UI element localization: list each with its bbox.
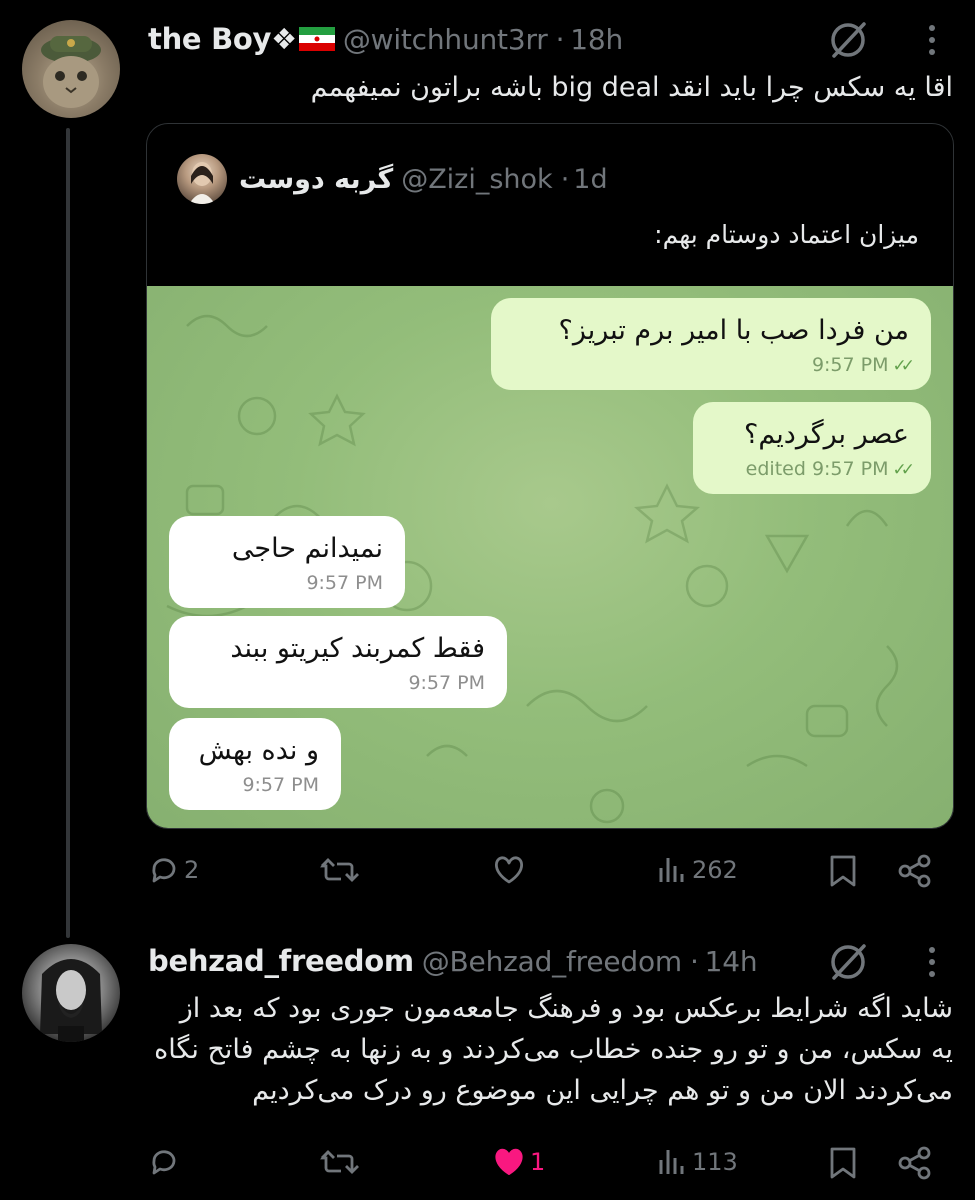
message-bubble-incoming[interactable]: نمیدانم حاجی 9:57 PM (169, 516, 405, 608)
message-text: من فردا صب با امیر برم تبریز؟ (558, 315, 909, 346)
grok-icon[interactable] (826, 18, 870, 66)
message-time: edited 9:57 PM ✓✓ (745, 458, 915, 480)
message-text: فقط کمربند کیریتو ببند (230, 633, 485, 664)
read-ticks-icon: ✓✓ (892, 460, 915, 480)
quoted-display-name[interactable]: گربه دوست (239, 164, 393, 195)
quoted-tweet-text: میزان اعتماد دوستام بهم: (654, 220, 919, 249)
views-button[interactable]: 262 (656, 854, 738, 886)
share-button[interactable] (898, 1146, 932, 1180)
tweet-body-line: یه سکس، من و تو رو جنده خطاب می‌کردند و … (154, 1034, 953, 1065)
tweet-header: behzad_freedom @Behzad_freedom · 14h (148, 944, 758, 978)
separator-dot: · (555, 23, 565, 56)
retweet-icon (320, 858, 359, 882)
display-name[interactable]: behzad_freedom (148, 944, 414, 978)
bookmark-button[interactable] (828, 854, 858, 888)
share-icon (898, 1146, 931, 1180)
view-count: 113 (692, 1148, 738, 1176)
like-icon (494, 856, 524, 884)
tweet-body: شاید اگه شرایط برعکس بود و فرهنگ جامعه‌م… (153, 988, 953, 1111)
separator-dot: · (689, 945, 699, 978)
tweet-body-line: می‌کردند الان من و تو هم چرایی این موضوع… (252, 1075, 953, 1106)
quoted-handle[interactable]: @Zizi_shok (401, 164, 553, 195)
reply-button[interactable]: 2 (148, 854, 199, 886)
share-button[interactable] (898, 854, 932, 888)
message-time: 9:57 PM (242, 774, 319, 796)
grok-icon[interactable] (826, 940, 870, 988)
like-button[interactable]: 1 (492, 1146, 545, 1178)
like-button[interactable] (492, 854, 530, 886)
quoted-tweet-header: گربه دوست @Zizi_shok · 1d (177, 154, 608, 204)
view-count: 262 (692, 856, 738, 884)
cat-with-hat-image (41, 36, 101, 108)
chat-screenshot-image[interactable]: من فردا صب با امیر برم تبریز؟ 9:57 PM ✓✓ … (147, 286, 953, 828)
retweet-icon (320, 1150, 359, 1174)
message-time: 9:57 PM ✓✓ (811, 354, 915, 376)
handle[interactable]: @Behzad_freedom (422, 945, 682, 978)
reply-icon (152, 858, 176, 883)
iran-flag-icon (298, 27, 335, 51)
message-bubble-incoming[interactable]: و نده بهش 9:57 PM (169, 718, 341, 810)
views-button[interactable]: 113 (656, 1146, 738, 1178)
tweet-actions: 2 262 (146, 854, 946, 894)
avatar-portrait-image (40, 959, 102, 1042)
tweet-body: اقا یه سکس چرا باید انقد big deal باشه ب… (310, 72, 953, 103)
retweet-button[interactable] (320, 1146, 364, 1178)
tweet-body-line: شاید اگه شرایط برعکس بود و فرهنگ جامعه‌م… (179, 993, 953, 1024)
reply-icon (152, 1150, 176, 1175)
views-icon (659, 858, 684, 882)
bookmark-icon (830, 1147, 856, 1179)
handle[interactable]: @witchhunt3rr (343, 23, 548, 56)
more-icon[interactable] (924, 944, 940, 984)
reply-button[interactable] (148, 1146, 184, 1178)
quoted-timestamp[interactable]: 1d (573, 164, 607, 195)
share-icon (898, 854, 931, 888)
quoted-tweet[interactable]: گربه دوست @Zizi_shok · 1d میزان اعتماد د… (146, 123, 954, 829)
separator-dot: · (560, 163, 570, 195)
message-text: و نده بهش (198, 735, 319, 766)
message-text: عصر برگردیم؟ (743, 419, 909, 450)
more-icon[interactable] (924, 22, 940, 62)
quoted-avatar[interactable] (177, 154, 227, 204)
message-bubble-outgoing[interactable]: من فردا صب با امیر برم تبریز؟ 9:57 PM ✓✓ (491, 298, 931, 390)
message-bubble-incoming[interactable]: فقط کمربند کیریتو ببند 9:57 PM (169, 616, 507, 708)
message-time: 9:57 PM (408, 672, 485, 694)
thread-connector-line (66, 128, 70, 938)
avatar-witchhunt3rr[interactable] (22, 20, 120, 118)
avatar-behzad-freedom[interactable] (22, 944, 120, 1042)
read-ticks-icon: ✓✓ (892, 356, 915, 376)
tweet-actions: 1 113 (146, 1146, 946, 1186)
retweet-button[interactable] (320, 854, 364, 886)
like-icon (495, 1148, 523, 1175)
timestamp[interactable]: 18h (570, 23, 623, 56)
message-text: نمیدانم حاجی (231, 533, 383, 564)
message-time: 9:57 PM (306, 572, 383, 594)
like-count: 1 (530, 1148, 546, 1176)
timestamp[interactable]: 14h (705, 945, 758, 978)
display-name[interactable]: the Boy❖ (148, 22, 297, 56)
tweet-header: the Boy❖ @witchhunt3rr · 18h (148, 22, 623, 56)
message-bubble-outgoing[interactable]: عصر برگردیم؟ edited 9:57 PM ✓✓ (693, 402, 931, 494)
reply-count: 2 (184, 856, 200, 884)
views-icon (659, 1150, 684, 1174)
bookmark-button[interactable] (828, 1146, 858, 1180)
bookmark-icon (830, 855, 856, 887)
